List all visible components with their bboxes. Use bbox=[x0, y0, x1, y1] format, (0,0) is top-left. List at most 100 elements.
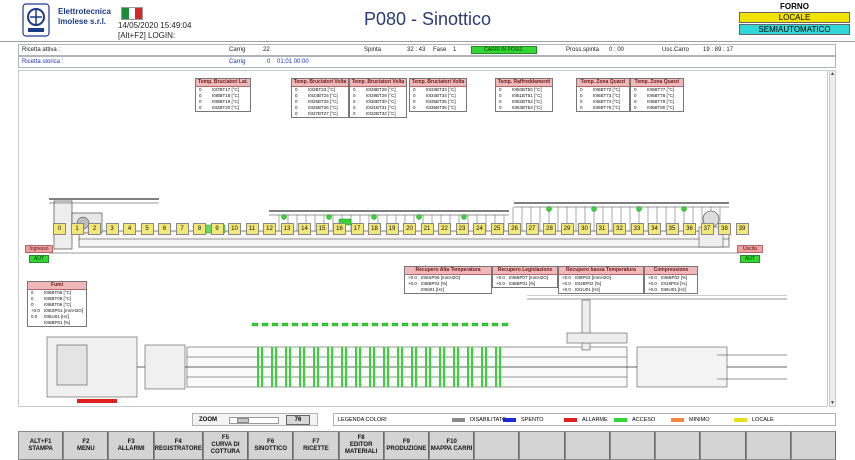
car-position-cell[interactable]: 11 bbox=[245, 223, 259, 235]
scroll-up-icon[interactable]: ▲ bbox=[830, 71, 835, 77]
car-position-cell[interactable]: 10 bbox=[228, 223, 241, 235]
valve-mark bbox=[341, 322, 349, 327]
car-position-cell[interactable]: 35 bbox=[665, 223, 679, 235]
car-position-cell[interactable]: 39 bbox=[735, 223, 749, 235]
usc-carro-value: 19 : 89 : 17 bbox=[703, 47, 734, 53]
function-key-button[interactable] bbox=[745, 431, 791, 460]
burner-icon[interactable] bbox=[681, 206, 687, 212]
function-key-button[interactable] bbox=[519, 431, 565, 460]
function-key-button[interactable] bbox=[474, 431, 520, 460]
car-position-cell[interactable]: 0 bbox=[53, 223, 66, 235]
function-key-button[interactable]: F2 MENU bbox=[63, 431, 109, 460]
function-key-button[interactable]: F4 REGISTRATORE bbox=[153, 431, 203, 460]
ricetta-storica-label: Ricetta storica : bbox=[22, 59, 64, 65]
burner-row-mark bbox=[411, 347, 413, 387]
car-position-cell[interactable]: 29 bbox=[560, 223, 574, 235]
car-position-cell[interactable]: 18 bbox=[368, 223, 381, 235]
burner-row-mark bbox=[341, 347, 343, 387]
car-position-cell[interactable]: 22 bbox=[438, 223, 451, 235]
ingresso-state[interactable]: AUT bbox=[29, 255, 49, 263]
valve-mark bbox=[411, 322, 419, 327]
login-label[interactable]: [Alt+F2] LOGIN: bbox=[118, 31, 191, 41]
burner-row-mark bbox=[313, 347, 315, 387]
car-position-cell[interactable]: 24 bbox=[473, 223, 486, 235]
car-position-cell[interactable]: 26 bbox=[508, 223, 521, 235]
burner-icon[interactable] bbox=[416, 214, 422, 220]
sensor-table-title: Compressione bbox=[645, 267, 697, 275]
info-bar-active: Ricetta attiva : Carrig 22 Spinta 32 : 4… bbox=[18, 44, 836, 56]
car-position-cell[interactable]: 7 bbox=[175, 223, 189, 235]
function-key-button[interactable]: F8 EDITOR MATERIALI bbox=[338, 431, 384, 460]
burner-icon[interactable] bbox=[546, 206, 552, 212]
burner-icon[interactable] bbox=[636, 206, 642, 212]
car-position-cell[interactable]: 30 bbox=[578, 223, 591, 235]
function-key-button[interactable] bbox=[700, 431, 746, 460]
sensor-tag: I0I6U01 [Hz] bbox=[661, 287, 687, 292]
car-position-cell[interactable]: 8 bbox=[193, 223, 206, 235]
sensor-table-title: Temp. Bruciatori Volta bbox=[350, 79, 406, 87]
car-position-cell[interactable]: 36 bbox=[683, 223, 696, 235]
car-position-cell[interactable]: 6 bbox=[158, 223, 171, 235]
zoom-slider-thumb[interactable] bbox=[237, 418, 249, 423]
valve-mark bbox=[301, 322, 309, 327]
function-key-button[interactable]: F7 RICETTE bbox=[293, 431, 339, 460]
burner-icon[interactable] bbox=[461, 214, 467, 220]
valve-mark bbox=[461, 322, 469, 327]
function-key-button[interactable]: F10 MAPPA CARRI bbox=[429, 431, 475, 460]
burner-row-mark bbox=[271, 347, 273, 387]
burner-icon[interactable] bbox=[326, 214, 332, 220]
car-position-cell[interactable]: 15 bbox=[315, 223, 329, 235]
car-position-cell[interactable]: 20 bbox=[403, 223, 416, 235]
function-key-button[interactable] bbox=[790, 431, 837, 460]
car-position-cell[interactable]: 4 bbox=[123, 223, 136, 235]
car-position-cell[interactable]: 1 bbox=[70, 223, 84, 235]
function-key-button[interactable]: F6 SINOTTICO bbox=[248, 431, 294, 460]
car-position-cell[interactable]: 19 bbox=[385, 223, 399, 235]
car-position-cell[interactable]: 16 bbox=[333, 223, 346, 235]
function-key-button[interactable]: F5 CURVA DI COTTURA bbox=[202, 431, 249, 460]
sensor-row: 0 I0I36BT36 [°C] bbox=[410, 105, 466, 111]
scroll-down-icon[interactable]: ▼ bbox=[830, 400, 835, 406]
car-position-cell[interactable]: 31 bbox=[595, 223, 609, 235]
car-position-cell[interactable]: 21 bbox=[420, 223, 434, 235]
car-position-cell[interactable]: 3 bbox=[105, 223, 119, 235]
car-position-cell[interactable]: 12 bbox=[263, 223, 276, 235]
car-position-cell[interactable]: 27 bbox=[525, 223, 539, 235]
function-key-button[interactable]: F9 PRODUZIONE bbox=[383, 431, 429, 460]
valve-mark bbox=[441, 322, 449, 327]
car-position-cell[interactable]: 2 bbox=[88, 223, 101, 235]
car-position-cell[interactable]: 9 bbox=[210, 223, 224, 235]
function-key-button[interactable] bbox=[564, 431, 610, 460]
car-position-cell[interactable]: 5 bbox=[140, 223, 154, 235]
sensor-table: Compressione +0.0 I0I6BP02 [%] +0.0 I0I18P02… bbox=[644, 266, 698, 294]
burner-row-mark bbox=[331, 347, 333, 387]
sensor-table-title: Temp. Bruciatori Volta bbox=[292, 79, 348, 87]
car-position-cell[interactable]: 28 bbox=[543, 223, 556, 235]
function-key-button[interactable] bbox=[655, 431, 701, 460]
car-position-cell[interactable]: 34 bbox=[648, 223, 661, 235]
car-position-cell[interactable]: 25 bbox=[490, 223, 504, 235]
function-key-button[interactable]: F3 ALLARMI bbox=[108, 431, 154, 460]
car-position-cell[interactable]: 33 bbox=[630, 223, 644, 235]
app-window: Elettrotecnica Imolese s.r.l. 14/05/2020… bbox=[0, 0, 855, 460]
color-legend: LEGENDA COLORI DISABILITATO SPENTO ALLARME… bbox=[333, 413, 836, 426]
burner-icon[interactable] bbox=[281, 214, 287, 220]
burner-icon[interactable] bbox=[371, 214, 377, 220]
car-position-cell[interactable]: 37 bbox=[700, 223, 714, 235]
car-position-cell[interactable]: 13 bbox=[280, 223, 294, 235]
sensor-value: 0 bbox=[295, 111, 298, 116]
burner-row-mark bbox=[275, 347, 277, 387]
uscita-state[interactable]: AUT bbox=[740, 255, 760, 263]
vertical-scrollbar[interactable]: ▲ ▼ bbox=[829, 70, 836, 407]
burner-row-mark bbox=[457, 347, 459, 387]
burner-icon[interactable] bbox=[591, 206, 597, 212]
function-key-button[interactable] bbox=[609, 431, 656, 460]
car-position-cell[interactable]: 38 bbox=[718, 223, 731, 235]
function-key-button[interactable]: ALT+F1 STAMPA bbox=[18, 431, 64, 460]
car-position-cell[interactable]: 23 bbox=[455, 223, 469, 235]
sensor-table-title: Temp. Zona Quarzi bbox=[631, 79, 683, 87]
car-position-cell[interactable]: 32 bbox=[613, 223, 626, 235]
car-position-cell[interactable]: 17 bbox=[350, 223, 364, 235]
car-position-cell[interactable]: 14 bbox=[298, 223, 311, 235]
sensor-value: +0.0 bbox=[648, 287, 657, 292]
